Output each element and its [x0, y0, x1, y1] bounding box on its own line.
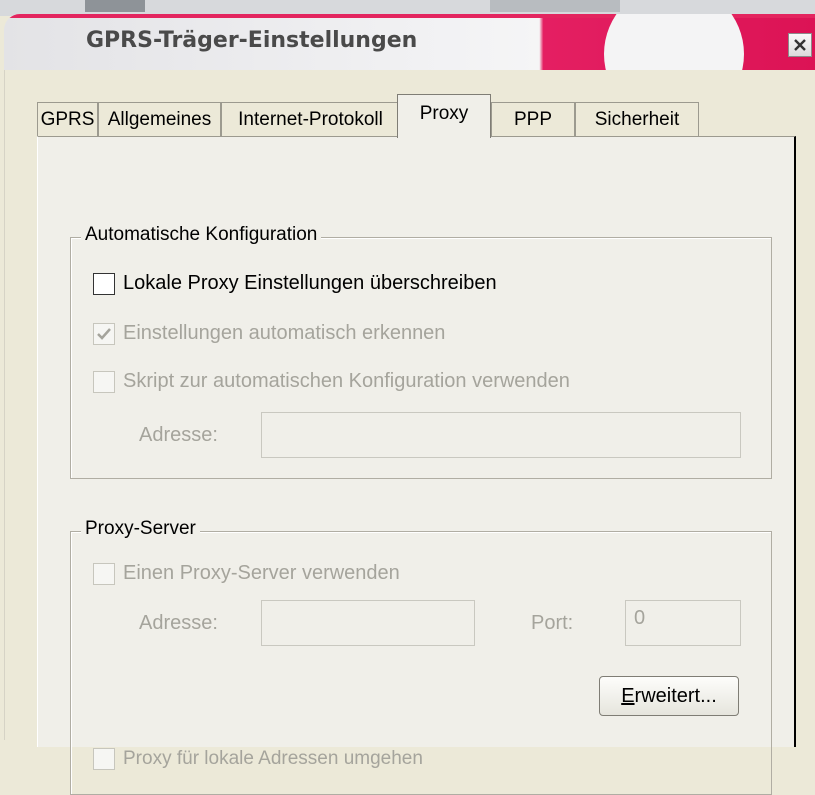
bypass-label: Proxy für lokale Adressen umgehen — [123, 748, 423, 769]
window-title: GPRS-Träger-Einstellungen — [86, 28, 418, 53]
autodetect-label: Einstellungen automatisch erkennen — [123, 322, 446, 344]
use-proxy-checkbox-row[interactable]: Einen Proxy-Server verwenden — [93, 562, 400, 585]
background-decoration — [85, 0, 145, 12]
checkmark-icon — [97, 327, 111, 340]
title-bar[interactable]: GPRS-Träger-Einstellungen — [4, 14, 815, 70]
auto-address-input[interactable] — [261, 412, 741, 458]
close-button[interactable] — [788, 33, 812, 57]
background-decoration — [490, 0, 620, 12]
advanced-button[interactable]: Erweitert... — [599, 676, 739, 716]
dialog-client-area: GPRS Allgemeines Internet-Protokoll Prox… — [4, 70, 815, 795]
proxy-server-group: Proxy-Server Einen Proxy-Server verwende… — [70, 518, 772, 795]
tab-allgemeines[interactable]: Allgemeines — [98, 102, 221, 136]
auto-config-group: Automatische Konfiguration Lokale Proxy … — [70, 224, 772, 479]
proxy-address-label: Adresse: — [139, 612, 218, 634]
override-checkbox[interactable] — [93, 272, 115, 295]
port-label: Port: — [531, 612, 574, 634]
script-label: Skript zur automatischen Konfiguration v… — [123, 370, 570, 392]
bypass-checkbox-row[interactable]: Proxy für lokale Adressen umgehen — [93, 748, 423, 770]
tab-sicherheit[interactable]: Sicherheit — [575, 102, 699, 136]
close-icon — [794, 39, 806, 51]
title-bar-swoosh — [604, 14, 744, 70]
tab-internet-protokoll[interactable]: Internet-Protokoll — [221, 102, 400, 136]
autodetect-checkbox[interactable] — [93, 322, 115, 345]
bypass-checkbox[interactable] — [93, 748, 115, 770]
override-checkbox-row[interactable]: Lokale Proxy Einstellungen überschreiben — [93, 272, 497, 295]
proxy-address-input[interactable] — [261, 600, 475, 646]
port-input[interactable]: 0 — [625, 600, 741, 646]
proxy-tab-panel: Automatische Konfiguration Lokale Proxy … — [37, 136, 796, 795]
advanced-button-label: rweitert... — [634, 685, 717, 707]
script-checkbox-row[interactable]: Skript zur automatischen Konfiguration v… — [93, 370, 570, 393]
auto-address-label: Adresse: — [139, 424, 218, 446]
use-proxy-label: Einen Proxy-Server verwenden — [123, 562, 400, 584]
advanced-button-accelerator: E — [621, 685, 635, 707]
tab-proxy[interactable]: Proxy — [397, 94, 491, 138]
override-label: Lokale Proxy Einstellungen überschreiben — [123, 272, 497, 294]
script-checkbox[interactable] — [93, 370, 115, 393]
dialog-window: GPRS-Träger-Einstellungen GPRS Allgemein… — [0, 14, 815, 795]
use-proxy-checkbox[interactable] — [93, 562, 115, 585]
tab-gprs[interactable]: GPRS — [37, 102, 98, 136]
proxy-server-title: Proxy-Server — [81, 518, 200, 540]
tab-ppp[interactable]: PPP — [491, 102, 575, 136]
auto-config-title: Automatische Konfiguration — [81, 224, 322, 246]
autodetect-checkbox-row[interactable]: Einstellungen automatisch erkennen — [93, 322, 445, 345]
